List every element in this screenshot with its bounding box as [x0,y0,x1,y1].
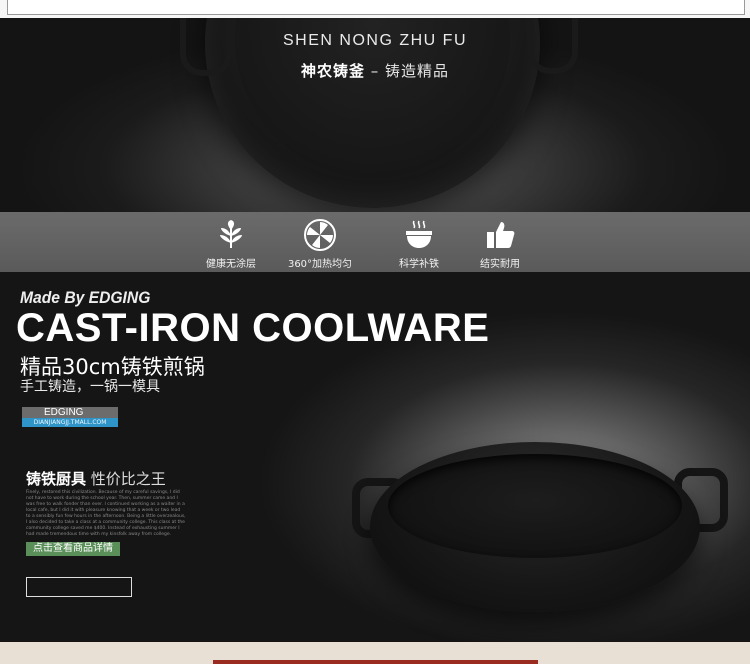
feature-item: 360°加热均匀 [275,218,365,270]
outlined-button[interactable] [26,577,132,597]
view-details-button[interactable]: 点击查看商品详情 [26,542,120,556]
brand-name-cn: 神农铸釜 [300,62,365,80]
pan-cooking-surface [388,454,682,558]
feature-label: 健康无涂层 [206,259,256,270]
leaf-icon [220,220,242,248]
thumbs-up-icon [487,222,515,248]
kitchen-heading: 铸铁厨具 性价比之王 [26,468,166,489]
feature-label: 360°加热均匀 [287,259,353,270]
product-page: SHEN NONG ZHU FU 神农铸釜 – 铸造精品 健康无涂层 360°加… [0,0,750,664]
bottom-strip [0,642,750,664]
brand-name-en: SHEN NONG ZHU FU [283,32,467,49]
heat-fan-icon [304,219,336,251]
hero-banner: SHEN NONG ZHU FU 神农铸釜 – 铸造精品 [0,18,750,212]
top-frame [7,0,745,15]
brand-badge[interactable]: EDGING DIANJIANGJJ.TMALL.COM [22,407,118,427]
feature-band: 健康无涂层 360°加热均匀 科学补铁 结实耐用 [0,212,750,272]
kitchen-heading-rest: 性价比之王 [86,470,166,488]
feature-item: 结实耐用 [455,218,545,270]
product-description: Finely, restored this civilization. Beca… [26,490,186,537]
product-section: Made By EDGING CAST-IRON COOLWARE 精品30cm… [0,272,750,642]
product-tagline: 手工铸造，一锅一模具 [20,379,160,395]
made-by-label: Made By EDGING [20,288,151,307]
feature-label: 结实耐用 [480,259,520,270]
section-divider-bar [213,660,538,664]
brand-tagline: – 铸造精品 [364,62,450,80]
feature-label: 科学补铁 [399,259,439,270]
feature-item: 健康无涂层 [186,218,276,270]
product-pan-image [352,430,728,620]
product-title: CAST-IRON COOLWARE [16,306,490,350]
brand-tagline-cn: 神农铸釜 – 铸造精品 [0,60,750,81]
top-strip [0,0,750,18]
brand-badge-name: EDGING [22,407,118,418]
feature-item: 科学补铁 [374,218,464,270]
brand-badge-url[interactable]: DIANJIANGJJ.TMALL.COM [22,418,118,427]
steaming-bowl-icon [406,220,432,248]
kitchen-heading-bold: 铸铁厨具 [26,470,87,488]
